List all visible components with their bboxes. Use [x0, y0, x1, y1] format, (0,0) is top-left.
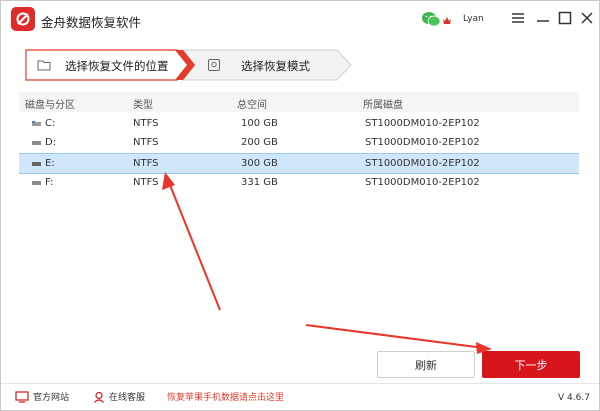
- drive-type: NTFS: [133, 177, 159, 188]
- system-drive-icon: [32, 121, 41, 126]
- menu-icon[interactable]: [509, 9, 527, 27]
- app-window: 金舟数据恢复软件 Lyan 选择恢复文件的位置 选择恢复模式 磁盘与分区 类型 …: [0, 0, 600, 411]
- drive-size: 300 GB: [241, 158, 278, 169]
- folder-icon: [37, 57, 51, 76]
- online-service-label: 在线客服: [109, 393, 146, 403]
- drive-disk: ST1000DM010-2EP102: [365, 177, 480, 188]
- header-size: 总空间: [237, 100, 267, 111]
- title-bar: 金舟数据恢复软件 Lyan: [1, 1, 599, 39]
- drive-type: NTFS: [133, 158, 159, 169]
- support-agent-icon: [94, 391, 104, 403]
- footer-divider: [1, 383, 599, 384]
- table-row-selected[interactable]: E: NTFS 300 GB ST1000DM010-2EP102: [19, 153, 579, 174]
- app-logo-icon: [11, 7, 35, 31]
- drive-disk: ST1000DM010-2EP102: [365, 137, 480, 148]
- table-row[interactable]: F: NTFS 331 GB ST1000DM010-2EP102: [19, 173, 579, 193]
- header-partition: 磁盘与分区: [25, 100, 75, 111]
- disk-icon: [207, 57, 221, 76]
- drive-icon: [32, 141, 41, 145]
- header-disk: 所属磁盘: [363, 100, 403, 111]
- drive-size: 200 GB: [241, 137, 278, 148]
- drive-type: NTFS: [133, 137, 159, 148]
- official-website-link[interactable]: 官方网站: [15, 390, 69, 403]
- official-website-label: 官方网站: [33, 393, 70, 403]
- drive-letter: F:: [45, 177, 54, 188]
- table-row[interactable]: D: NTFS 200 GB ST1000DM010-2EP102: [19, 133, 579, 153]
- drive-letter: C:: [45, 118, 56, 129]
- step-1-label[interactable]: 选择恢复文件的位置: [65, 58, 169, 74]
- drive-size: 100 GB: [241, 118, 278, 129]
- wechat-icon[interactable]: [421, 10, 441, 28]
- monitor-icon: [15, 390, 29, 403]
- step-breadcrumb: 选择恢复文件的位置 选择恢复模式: [25, 49, 355, 81]
- table-header: 磁盘与分区 类型 总空间 所属磁盘: [19, 92, 579, 112]
- drive-icon: [32, 181, 41, 185]
- drive-letter: D:: [45, 137, 57, 148]
- drive-size: 331 GB: [241, 177, 278, 188]
- next-step-button[interactable]: 下一步: [482, 351, 580, 378]
- drive-icon: [32, 162, 41, 166]
- vip-crown-icon: [442, 11, 452, 24]
- header-type: 类型: [133, 100, 153, 111]
- drive-disk: ST1000DM010-2EP102: [365, 118, 480, 129]
- drive-disk: ST1000DM010-2EP102: [365, 158, 480, 169]
- table-row[interactable]: C: NTFS 100 GB ST1000DM010-2EP102: [19, 114, 579, 134]
- version-label: V 4.6.7: [558, 393, 590, 403]
- app-title: 金舟数据恢复软件: [41, 15, 142, 30]
- partition-table: 磁盘与分区 类型 总空间 所属磁盘 C: NTFS 100 GB ST1000D…: [19, 92, 579, 332]
- close-icon[interactable]: [578, 9, 596, 27]
- step-2-label[interactable]: 选择恢复模式: [241, 58, 310, 74]
- online-service-link[interactable]: 在线客服: [93, 390, 145, 403]
- minimize-icon[interactable]: [534, 9, 552, 27]
- drive-type: NTFS: [133, 118, 159, 129]
- maximize-icon[interactable]: [556, 9, 574, 27]
- iphone-recovery-promo-link[interactable]: 恢复苹果手机数据请点击这里: [167, 390, 284, 403]
- refresh-button[interactable]: 刷新: [377, 351, 475, 378]
- drive-letter: E:: [45, 158, 55, 169]
- user-name[interactable]: Lyan: [463, 14, 484, 24]
